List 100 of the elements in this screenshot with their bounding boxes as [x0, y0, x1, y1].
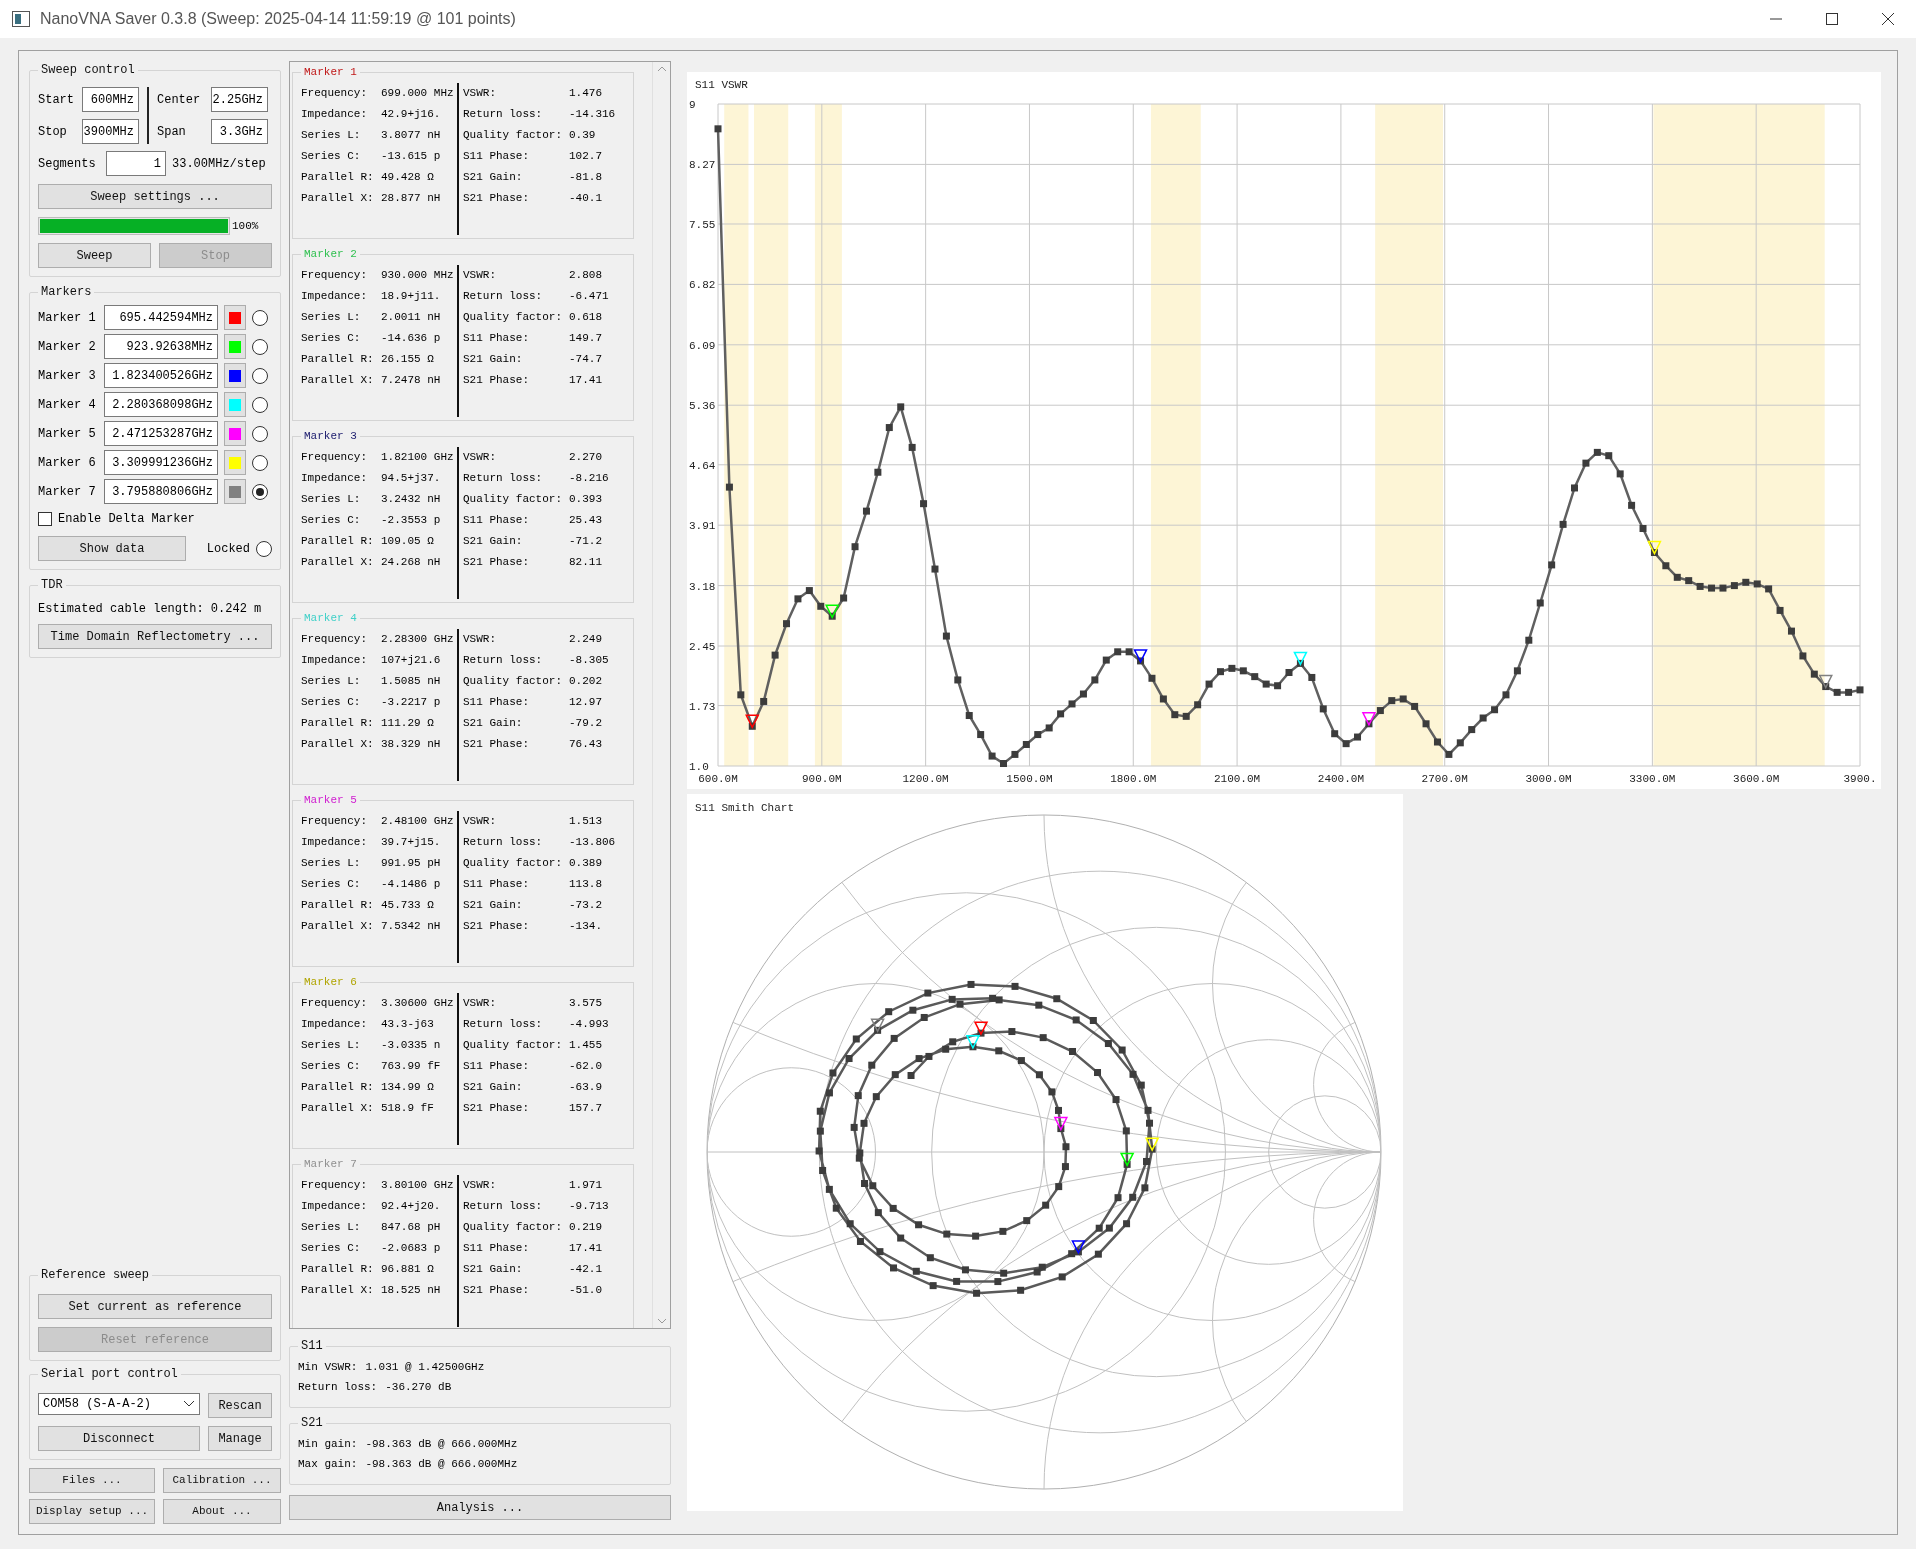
stop-field[interactable]: 3900MHz — [82, 119, 139, 144]
radio-button[interactable] — [256, 540, 272, 557]
port-dropdown[interactable]: COM58 (S-A-A-2) — [38, 1393, 200, 1415]
data-label: S11 Phase: — [463, 330, 530, 346]
group-title: TDR — [40, 577, 64, 594]
group-title: Markers — [40, 284, 93, 301]
axis-tick-label: 3.18 — [689, 580, 716, 593]
data-label: Series C: — [301, 876, 362, 892]
data-label: Return loss: — [463, 470, 544, 486]
field-label: Segments — [38, 155, 97, 173]
data-label: VSWR: — [463, 267, 497, 283]
data-value: 0.618 — [569, 309, 602, 325]
marker-frequency-field[interactable]: 2.280368098GHz — [104, 392, 218, 417]
data-value: 102.7 — [569, 148, 602, 164]
data-value: 1.513 — [569, 813, 602, 829]
data-value: -40.1 — [569, 190, 602, 206]
data-label: S21 Gain: — [463, 1079, 524, 1095]
color-button[interactable] — [224, 363, 246, 388]
marker-frequency-field[interactable]: 2.471253287GHz — [104, 421, 218, 446]
radio-button[interactable] — [252, 309, 268, 326]
radio-button[interactable] — [252, 338, 268, 355]
data-label: Series C: — [301, 148, 362, 164]
data-value: -6.471 — [569, 288, 609, 304]
data-value: 42.9+j16. — [381, 106, 442, 122]
data-value: 0.389 — [569, 855, 602, 871]
center-field[interactable]: 2.25GHz — [211, 87, 268, 112]
analysis-button[interactable]: Analysis ... — [289, 1495, 671, 1520]
marker-frequency-field[interactable]: 923.92638MHz — [104, 334, 218, 359]
color-button[interactable] — [224, 479, 246, 504]
data-value: -3.2217 p — [381, 694, 442, 710]
field-label: Marker 5 — [38, 425, 97, 443]
data-label: S21 Phase: — [463, 918, 530, 934]
color-button[interactable] — [224, 392, 246, 417]
data-label: Impedance: — [301, 1198, 368, 1214]
sweep-settings-button[interactable]: Sweep settings ... — [38, 184, 272, 209]
radio-button[interactable] — [252, 425, 268, 442]
data-label: Return loss: — [463, 834, 544, 850]
disconnect-button[interactable]: Disconnect — [38, 1426, 200, 1451]
radio-button[interactable] — [252, 396, 268, 413]
maximize-icon[interactable] — [1824, 11, 1840, 27]
summary-label: Min gain: — [298, 1436, 358, 1452]
data-label: VSWR: — [463, 449, 497, 465]
data-label: S11 Phase: — [463, 694, 530, 710]
sweep-button[interactable]: Sweep — [38, 243, 151, 268]
toolbar-button[interactable]: Files ... — [29, 1468, 155, 1493]
axis-tick-label: 1.0 — [689, 761, 709, 773]
axis-tick-label: 2100.0M — [1214, 773, 1261, 785]
data-label: Parallel X: — [301, 554, 375, 570]
group-title: Reference sweep — [40, 1267, 151, 1284]
show-data-button[interactable]: Show data — [38, 536, 186, 561]
marker-frequency-field[interactable]: 695.442594MHz — [104, 305, 218, 330]
data-label: VSWR: — [463, 1177, 497, 1193]
data-label: Return loss: — [463, 106, 544, 122]
toolbar-button[interactable]: About ... — [163, 1499, 281, 1524]
rescan-button[interactable]: Rescan — [208, 1393, 272, 1418]
data-value: 149.7 — [569, 330, 602, 346]
axis-tick-label: 3600.0M — [1733, 773, 1780, 785]
field-label: Marker 4 — [38, 396, 97, 414]
marker-triangle — [1293, 651, 1308, 667]
span-field[interactable]: 3.3GHz — [211, 119, 268, 144]
axis-tick-label: 5.36 — [689, 400, 716, 413]
marker-frequency-field[interactable]: 1.823400526GHz — [104, 363, 218, 388]
tdr-button[interactable]: Time Domain Reflectometry ... — [38, 624, 272, 649]
radio-button[interactable] — [252, 483, 268, 500]
data-label: Frequency: — [301, 813, 368, 829]
color-button[interactable] — [224, 305, 246, 330]
color-button[interactable] — [224, 334, 246, 359]
toolbar-button[interactable]: Calibration ... — [163, 1468, 281, 1493]
data-label: Frequency: — [301, 85, 368, 101]
axis-tick-label: 1500.0M — [1006, 773, 1053, 785]
data-value: -8.216 — [569, 470, 609, 486]
marker-frequency-field[interactable]: 3.795880806GHz — [104, 479, 218, 504]
manage-button[interactable]: Manage — [208, 1426, 272, 1451]
data-label: Series C: — [301, 1240, 362, 1256]
summary-value: 1.031 @ 1.42500GHz — [365, 1359, 485, 1375]
data-value: 82.11 — [569, 554, 602, 570]
delta-marker-checkbox[interactable] — [38, 512, 52, 526]
axis-tick-label: 3300.0M — [1629, 773, 1676, 785]
marker-title: Marker 2 — [303, 247, 358, 262]
data-value: -4.993 — [569, 1016, 609, 1032]
segments-field[interactable]: 1 — [106, 151, 166, 176]
radio-button[interactable] — [252, 454, 268, 471]
marker-triangle — [1053, 1116, 1069, 1132]
set-reference-button[interactable]: Set current as reference — [38, 1294, 272, 1319]
data-value: 96.881 Ω — [381, 1261, 435, 1277]
color-button[interactable] — [224, 421, 246, 446]
marker-title: Marker 4 — [303, 611, 358, 626]
data-value: 18.9+j11. — [381, 288, 442, 304]
data-value: 28.877 nH — [381, 190, 442, 206]
marker-frequency-field[interactable]: 3.309991236GHz — [104, 450, 218, 475]
toolbar-button[interactable]: Display setup ... — [29, 1499, 155, 1524]
data-label: Quality factor: — [463, 127, 564, 143]
data-value: 157.7 — [569, 1100, 602, 1116]
marker-title: Marker 5 — [303, 793, 358, 808]
start-field[interactable]: 600MHz — [82, 87, 139, 112]
data-value: -13.806 — [569, 834, 616, 850]
close-icon[interactable] — [1880, 11, 1896, 27]
color-button[interactable] — [224, 450, 246, 475]
radio-button[interactable] — [252, 367, 268, 384]
marker-triangle — [1361, 712, 1377, 727]
